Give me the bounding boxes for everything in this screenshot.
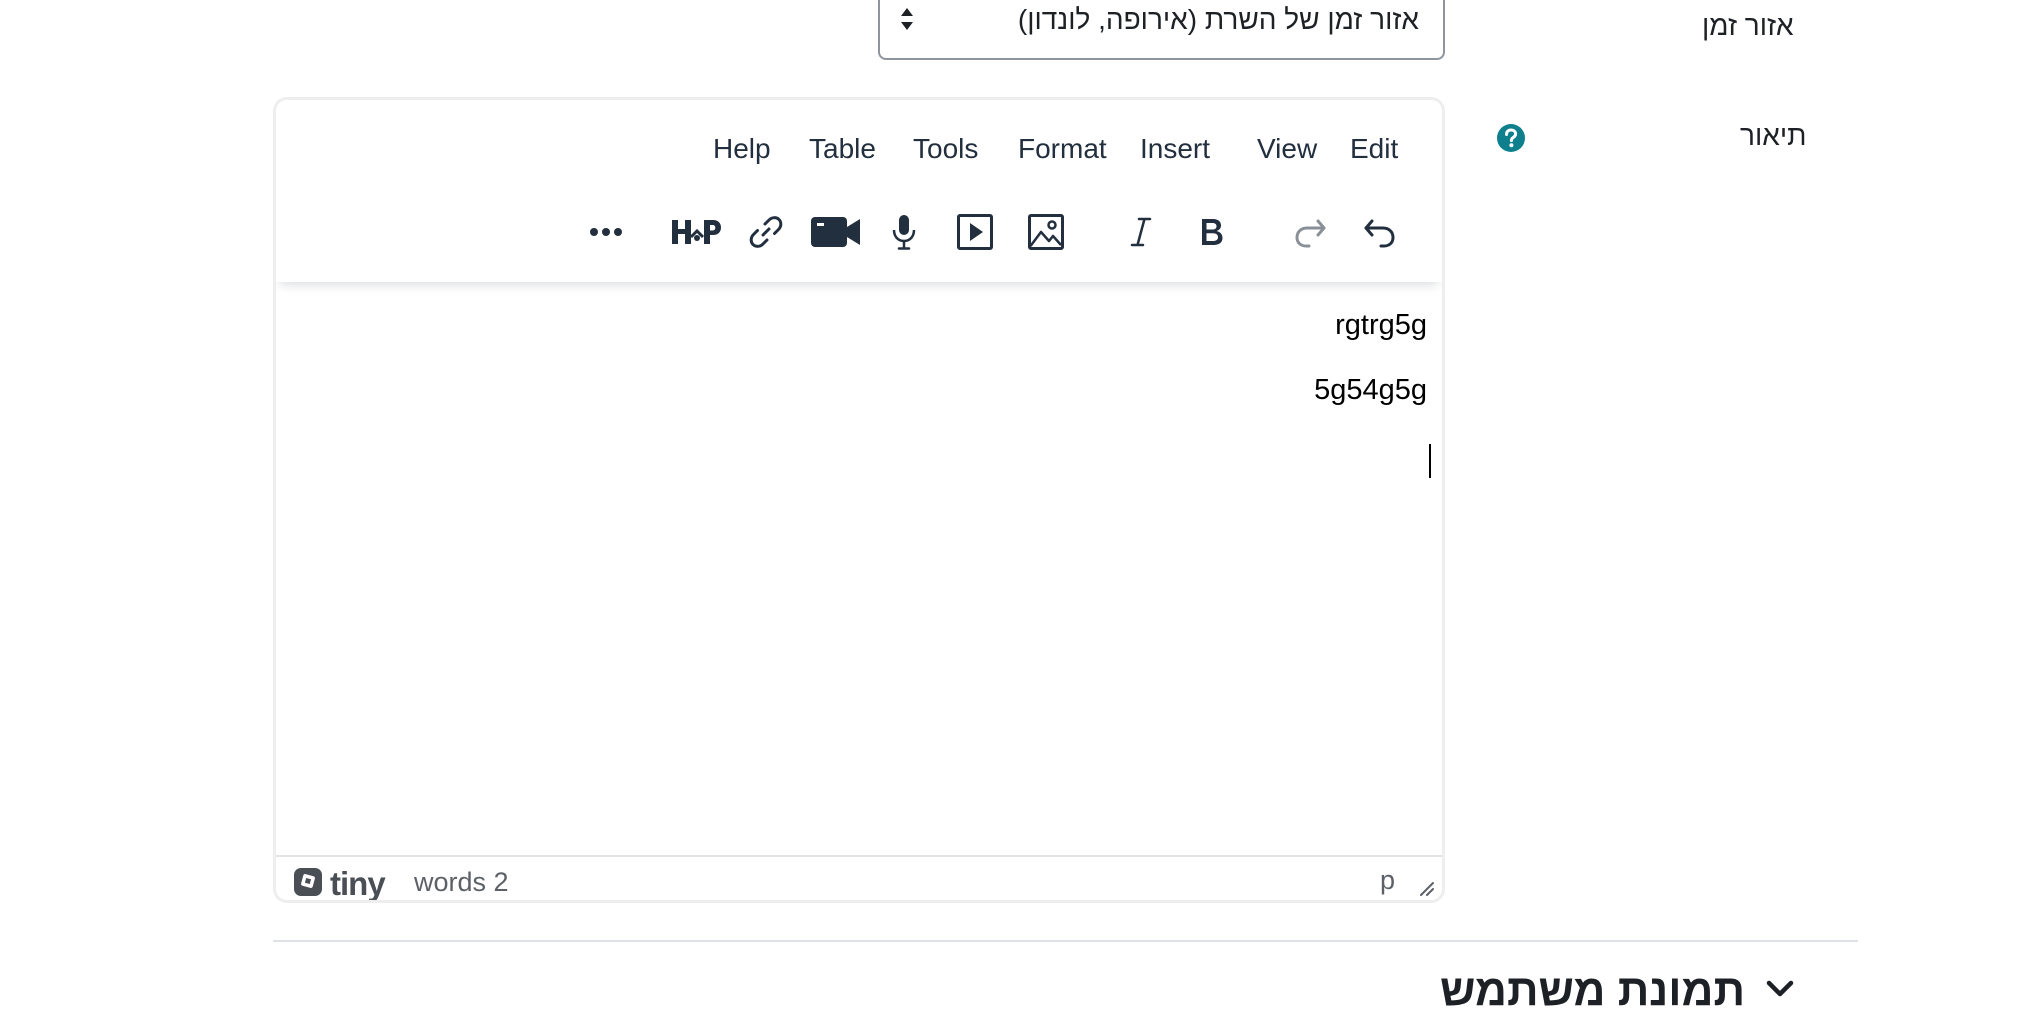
link-icon — [747, 213, 785, 251]
chevron-down-icon[interactable] — [1765, 979, 1795, 1004]
menu-table[interactable]: Table — [809, 133, 876, 165]
section-title: תמונת משתמש — [1440, 966, 1746, 1015]
bold-button[interactable] — [1188, 208, 1236, 256]
record-video-button[interactable] — [810, 208, 862, 256]
section-divider — [273, 940, 1858, 942]
link-button[interactable] — [742, 208, 790, 256]
menu-tools[interactable]: Tools — [913, 133, 978, 165]
resize-handle-icon[interactable] — [1417, 879, 1435, 900]
redo-button[interactable] — [1286, 208, 1334, 256]
editor-menubar: Edit View Insert Format Tools Table Help — [276, 133, 1442, 173]
menu-insert[interactable]: Insert — [1140, 133, 1210, 165]
media-icon — [956, 213, 994, 251]
italic-button[interactable] — [1117, 208, 1165, 256]
video-camera-icon — [810, 214, 862, 250]
content-paragraph[interactable]: 5g54g5g — [1314, 374, 1427, 407]
h5p-icon — [670, 217, 722, 247]
menu-help[interactable]: Help — [713, 133, 771, 165]
menu-view[interactable]: View — [1257, 133, 1317, 165]
undo-button[interactable] — [1356, 208, 1404, 256]
timezone-select-value: אזור זמן של השרת (אירופה, לונדון) — [1017, 4, 1419, 35]
bold-icon — [1197, 215, 1227, 249]
word-count[interactable]: words 2 — [414, 867, 509, 898]
record-audio-button[interactable] — [880, 208, 928, 256]
redo-icon — [1293, 215, 1327, 249]
element-path[interactable]: p — [1380, 865, 1395, 896]
italic-icon — [1129, 215, 1153, 249]
editor-content[interactable]: rgtrg5g 5g54g5g — [276, 282, 1442, 900]
rich-text-editor: Edit View Insert Format Tools Table Help — [273, 97, 1445, 903]
editor-header: Edit View Insert Format Tools Table Help — [276, 100, 1442, 282]
content-paragraph[interactable]: rgtrg5g — [1335, 309, 1427, 342]
menu-edit[interactable]: Edit — [1350, 133, 1398, 165]
select-arrows-icon — [900, 6, 914, 37]
h5p-button[interactable] — [668, 208, 724, 256]
tiny-logo-icon — [292, 866, 324, 901]
tiny-brand-link[interactable]: tiny — [292, 865, 386, 902]
editor-toolbar — [276, 208, 1442, 258]
help-icon[interactable] — [1496, 123, 1526, 153]
menu-format[interactable]: Format — [1018, 133, 1107, 165]
undo-icon — [1363, 215, 1397, 249]
more-button[interactable] — [582, 208, 630, 256]
image-icon — [1027, 213, 1065, 251]
tiny-brand-text: tiny — [330, 865, 386, 902]
media-button[interactable] — [951, 208, 999, 256]
timezone-label: אזור זמן — [1702, 10, 1794, 41]
section-user-picture[interactable]: תמונת משתמש — [1440, 966, 1795, 1016]
text-caret — [1429, 444, 1431, 478]
image-button[interactable] — [1022, 208, 1070, 256]
microphone-icon — [891, 213, 917, 251]
timezone-select[interactable]: אזור זמן של השרת (אירופה, לונדון) — [878, 0, 1445, 60]
description-label: תיאור — [1740, 120, 1807, 151]
more-icon — [589, 227, 623, 237]
editor-statusbar: tiny words 2 p — [276, 855, 1442, 902]
